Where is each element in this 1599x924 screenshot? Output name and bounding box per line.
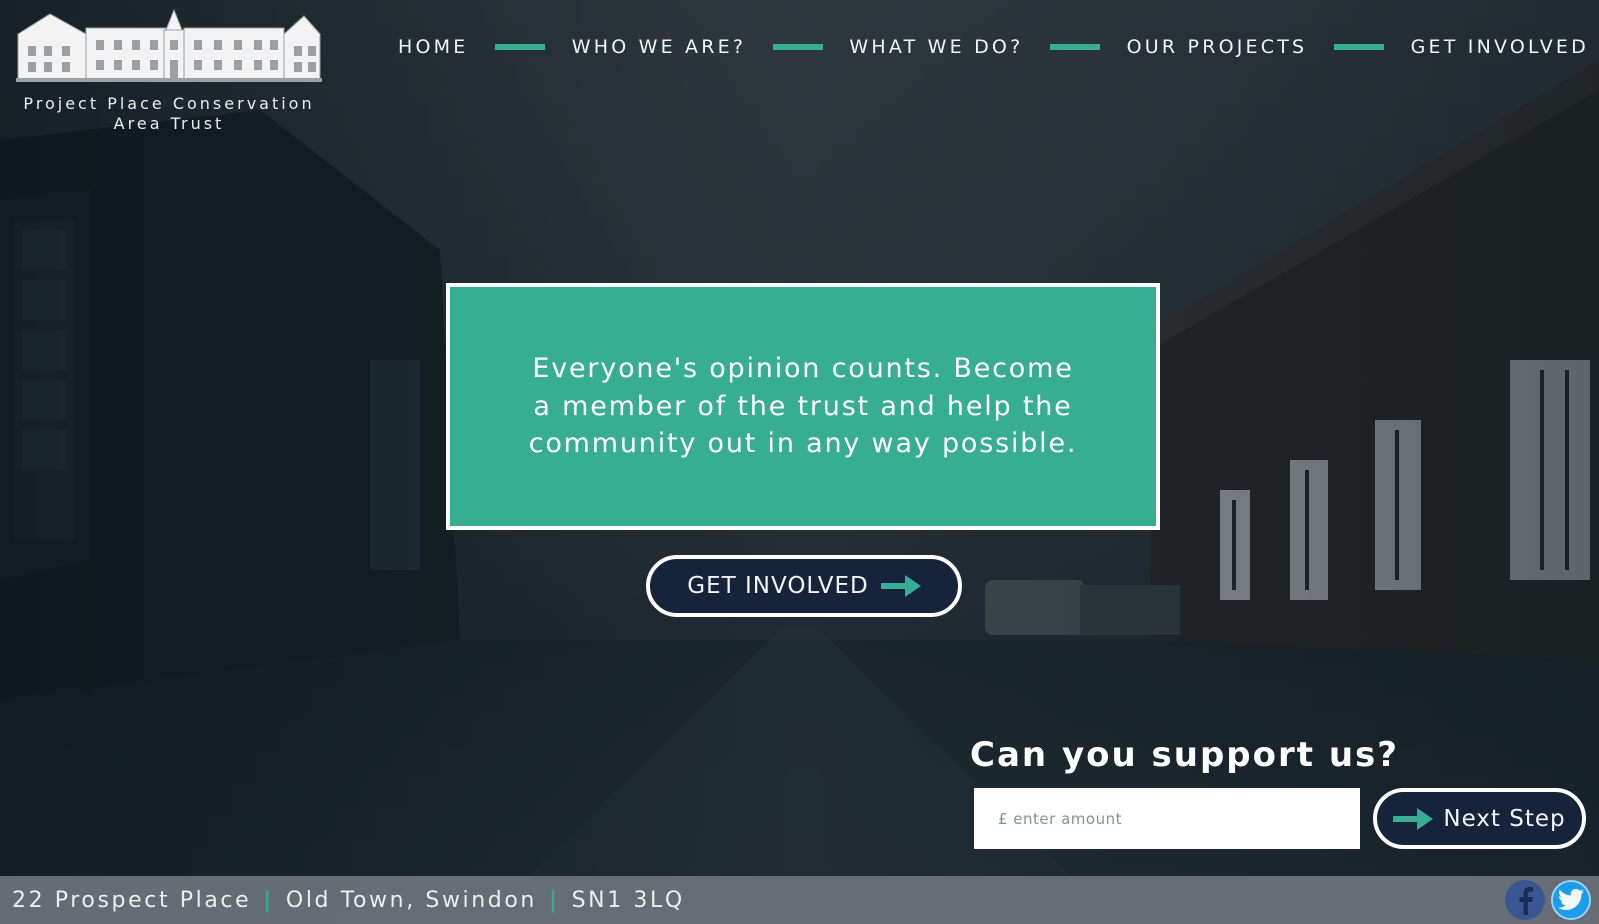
amount-input[interactable]: [974, 788, 1360, 849]
address-town: Old Town, Swindon: [285, 887, 537, 913]
site-logo[interactable]: Project Place Conservation Area Trust: [10, 6, 328, 134]
hero-message: Everyone's opinion counts. Become a memb…: [528, 353, 1078, 460]
address: 22 Prospect Place | Old Town, Swindon | …: [12, 888, 685, 913]
arrow-right-icon: [880, 575, 921, 597]
arrow-right-icon: [1393, 807, 1434, 830]
social-links: [1505, 880, 1591, 920]
get-involved-label: GET INVOLVED: [687, 573, 869, 599]
get-involved-button[interactable]: GET INVOLVED: [646, 555, 962, 617]
nav-separator: [772, 44, 823, 50]
support-title: Can you support us?: [970, 735, 1399, 775]
nav-get-involved[interactable]: GET INVOLVED: [1411, 36, 1589, 58]
nav-separator: [1333, 44, 1384, 50]
hero-message-box: Everyone's opinion counts. Become a memb…: [446, 283, 1160, 530]
address-street: 22 Prospect Place: [12, 887, 252, 913]
building-logo-icon: [16, 8, 322, 82]
nav-separator: [495, 44, 546, 50]
twitter-icon[interactable]: [1551, 880, 1591, 920]
nav-who-we-are[interactable]: WHO WE ARE?: [572, 36, 746, 58]
footer: 22 Prospect Place | Old Town, Swindon | …: [0, 876, 1599, 924]
nav-our-projects[interactable]: OUR PROJECTS: [1127, 36, 1308, 58]
address-separator: |: [263, 887, 274, 913]
nav-home[interactable]: HOME: [398, 36, 468, 58]
logo-text: Project Place Conservation Area Trust: [23, 94, 315, 133]
next-step-button[interactable]: Next Step: [1373, 788, 1586, 849]
address-postcode: SN1 3LQ: [571, 887, 685, 913]
next-step-label: Next Step: [1443, 805, 1566, 832]
main-nav: HOME WHO WE ARE? WHAT WE DO? OUR PROJECT…: [398, 36, 1589, 58]
facebook-icon[interactable]: [1505, 880, 1545, 920]
nav-separator: [1050, 44, 1100, 50]
address-separator: |: [548, 887, 560, 913]
nav-what-we-do[interactable]: WHAT WE DO?: [849, 36, 1023, 58]
